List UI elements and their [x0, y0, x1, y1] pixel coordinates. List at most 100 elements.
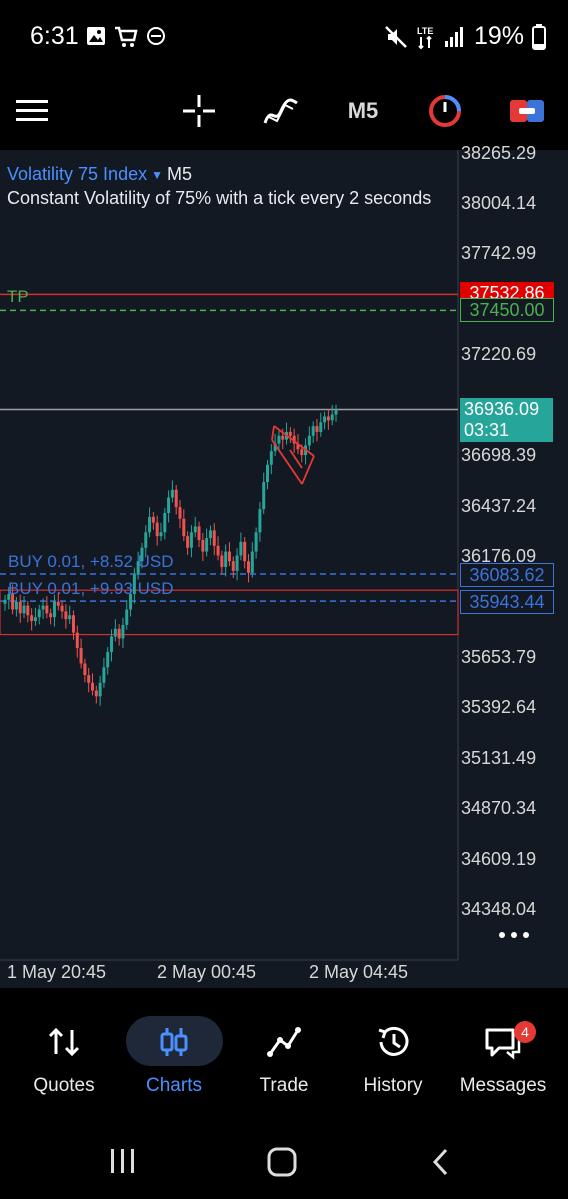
gallery-icon [87, 27, 105, 45]
price-scale-label: 35131.49 [461, 748, 537, 768]
candle-body [91, 682, 95, 691]
candle-body [26, 605, 30, 616]
price-scale-label: 38265.29 [461, 143, 537, 163]
price-scale-label: 38004.14 [461, 193, 537, 213]
time-axis-label: 2 May 04:45 [309, 962, 409, 982]
candle-body [307, 435, 311, 446]
charts-icon [160, 1028, 188, 1056]
notification-icons [86, 26, 166, 48]
candle-body [121, 624, 125, 639]
candle-body [266, 464, 270, 483]
symbol-name[interactable]: Volatility 75 Index [7, 164, 147, 185]
more-button[interactable] [496, 926, 534, 944]
position-price-box-1[interactable]: 36083.62 [460, 563, 554, 587]
price-scale-label: 36698.39 [461, 445, 537, 465]
candle-body [254, 532, 258, 552]
position-price-box-2[interactable]: 35943.44 [460, 590, 554, 614]
candle-body [323, 416, 327, 423]
candle-body [330, 414, 334, 421]
nav-trade[interactable]: Trade [229, 988, 339, 1111]
nav-trade-label: Trade [259, 1075, 309, 1096]
status-time: 6:31 [30, 22, 79, 50]
candle-body [79, 648, 83, 664]
candle-body [49, 613, 53, 618]
time-axis-label: 1 May 20:45 [7, 962, 107, 982]
symbol-dropdown-icon[interactable]: ▼ [151, 168, 163, 182]
candle-body [216, 545, 220, 556]
candle-body [113, 628, 117, 637]
candle-body [224, 551, 228, 568]
candle-body [125, 609, 129, 625]
candle-body [212, 530, 216, 546]
recents-button[interactable] [104, 1147, 140, 1175]
time-axis-label: 2 May 00:45 [157, 962, 257, 982]
quotes-icon [48, 1027, 80, 1057]
crosshair-icon [183, 95, 215, 127]
tp-line-label[interactable]: TP [7, 287, 29, 307]
battery-percent: 19% [473, 22, 524, 50]
candle-body [182, 518, 186, 537]
candle-body [144, 532, 148, 548]
chart-timeframe: M5 [166, 164, 192, 184]
position-label-1[interactable]: BUY 0.01, +8.52 USD [8, 552, 174, 572]
menu-button[interactable] [14, 92, 50, 130]
status-bar: 6:31 LTE 19% [0, 0, 568, 72]
toggle-icon [510, 100, 544, 122]
candle-body [52, 601, 56, 618]
candle-body [94, 690, 98, 697]
candle-body [60, 605, 64, 612]
candle-body [83, 663, 87, 676]
nav-history-label: History [363, 1075, 423, 1096]
candle-body [326, 416, 330, 421]
candle-body [174, 489, 178, 508]
home-icon [267, 1147, 297, 1177]
price-scale-label: 34609.19 [461, 849, 537, 869]
candle-body [87, 675, 91, 683]
one-click-trading-icon [429, 95, 461, 127]
price-scale-label: 34870.34 [461, 798, 537, 818]
history-icon [378, 1026, 409, 1056]
system-status-icons: LTE 19% [384, 22, 546, 51]
candle-body [208, 530, 212, 539]
candle-body [110, 636, 114, 652]
timeframe-button[interactable]: M5 [344, 92, 382, 130]
candle-body [68, 615, 72, 620]
candle-body [220, 555, 224, 568]
price-scale-label: 35392.64 [461, 697, 537, 717]
candle-body [319, 422, 323, 432]
lte-icon: LTE [417, 26, 433, 49]
nav-messages-label: Messages [459, 1075, 547, 1096]
nav-quotes[interactable]: Quotes [9, 988, 119, 1111]
candle-body [197, 526, 201, 541]
candle-body [334, 409, 338, 415]
nav-messages[interactable]: 4 Messages [448, 988, 558, 1111]
candle-body [30, 615, 34, 622]
candle-body [246, 561, 250, 573]
chart-area[interactable]: Volatility 75 Index ▼ M5 Constant Volati… [0, 143, 568, 988]
candle-body [22, 605, 26, 614]
candle-body [269, 451, 273, 465]
home-button[interactable] [266, 1147, 298, 1177]
candle-body [45, 605, 49, 614]
trade-icon [267, 1027, 301, 1057]
recents-icon [111, 1149, 134, 1173]
svg-text:LTE: LTE [417, 26, 433, 36]
price-scale-label: 37742.99 [461, 243, 537, 263]
candle-body [33, 617, 37, 622]
candle-body [250, 551, 254, 573]
candle-countdown: 03:31 [464, 420, 510, 440]
candle-body [235, 555, 239, 571]
indicators-button[interactable] [262, 92, 300, 130]
nav-charts[interactable]: Charts [119, 988, 229, 1111]
candle-body [205, 538, 209, 552]
position-label-2[interactable]: BUY 0.01, +9.93 USD [8, 579, 174, 599]
candle-body [311, 426, 315, 436]
tp-pending-price-box[interactable]: 37450.00 [460, 298, 554, 322]
toggle-button[interactable] [508, 92, 546, 130]
crosshair-button[interactable] [180, 92, 218, 130]
flag-pattern-drawing [271, 425, 315, 485]
back-button[interactable] [428, 1147, 454, 1177]
one-click-trading-button[interactable] [426, 92, 464, 130]
candle-body [159, 532, 163, 537]
nav-history[interactable]: History [338, 988, 448, 1111]
